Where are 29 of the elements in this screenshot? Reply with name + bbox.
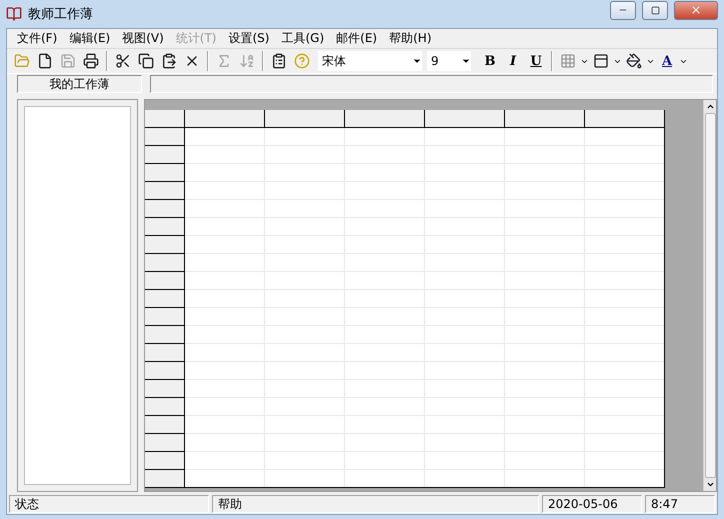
- maximize-button[interactable]: [642, 0, 668, 20]
- minimize-button[interactable]: [610, 0, 636, 20]
- window-title: 教师工作薄: [28, 6, 94, 23]
- status-text: 8:47: [645, 495, 715, 513]
- menu-item[interactable]: 帮助(H): [383, 30, 438, 47]
- app-icon: [6, 6, 22, 22]
- scroll-up-icon[interactable]: [706, 102, 714, 111]
- workbook-label: 我的工作薄: [17, 75, 142, 93]
- menu-item[interactable]: 邮件(E): [330, 30, 384, 47]
- menu-item[interactable]: 视图(V): [116, 30, 170, 47]
- close-button[interactable]: [674, 0, 718, 20]
- scroll-down-icon[interactable]: [706, 480, 714, 489]
- menu-item[interactable]: 设置(S): [222, 30, 276, 47]
- menu-item[interactable]: 编辑(E): [63, 30, 116, 47]
- bold-button[interactable]: B: [479, 50, 501, 72]
- menu-item[interactable]: 文件(F): [11, 30, 64, 47]
- font-color-button[interactable]: A: [656, 50, 678, 72]
- font-select[interactable]: 宋体: [318, 51, 422, 71]
- status-text: 状态: [9, 495, 209, 513]
- scrollbar-thumb[interactable]: [704, 113, 716, 478]
- italic-button[interactable]: I: [502, 50, 524, 72]
- vertical-scrollbar[interactable]: [703, 100, 716, 491]
- status-text: 2020-05-06: [542, 495, 642, 513]
- font-size-select[interactable]: 9: [427, 51, 471, 71]
- menu-item[interactable]: 工具(G): [275, 30, 330, 47]
- underline-button[interactable]: U: [525, 50, 547, 72]
- status-text: 帮助: [212, 495, 539, 513]
- close-icon: [690, 4, 702, 16]
- maximize-icon: [650, 6, 660, 14]
